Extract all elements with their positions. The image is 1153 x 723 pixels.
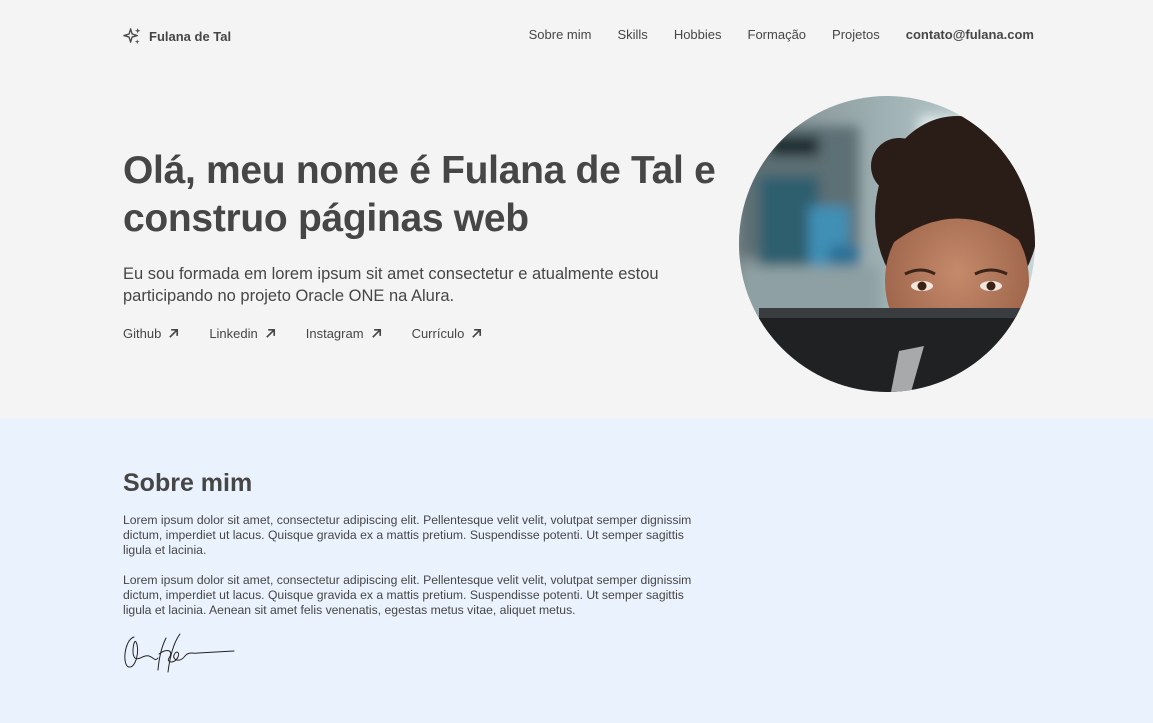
top-header: Fulana de Tal Sobre mim Skills Hobbies F… xyxy=(0,0,1153,72)
curriculo-link[interactable]: Currículo xyxy=(412,326,484,341)
sparkles-icon xyxy=(123,27,142,46)
brand-logo[interactable]: Fulana de Tal xyxy=(123,25,231,47)
nav-link-formacao[interactable]: Formação xyxy=(748,27,807,42)
linkedin-link[interactable]: Linkedin xyxy=(209,326,276,341)
arrow-up-right-icon xyxy=(470,327,483,340)
main-nav: Sobre mim Skills Hobbies Formação Projet… xyxy=(529,27,1034,42)
arrow-up-right-icon xyxy=(370,327,383,340)
nav-link-hobbies[interactable]: Hobbies xyxy=(674,27,722,42)
about-paragraph: Lorem ipsum dolor sit amet, consectetur … xyxy=(123,513,692,557)
social-links: Github Linkedin Instagram Currículo xyxy=(123,326,483,341)
contact-email-link[interactable]: contato@fulana.com xyxy=(906,27,1034,42)
nav-link-projetos[interactable]: Projetos xyxy=(832,27,880,42)
nav-link-skills[interactable]: Skills xyxy=(617,27,647,42)
arrow-up-right-icon xyxy=(264,327,277,340)
about-title: Sobre mim xyxy=(123,469,253,497)
github-link-label: Github xyxy=(123,326,162,341)
hero-title: Olá, meu nome é Fulana de Tal e construo… xyxy=(123,149,716,240)
instagram-link-label: Instagram xyxy=(305,326,364,341)
about-section: Sobre mim Lorem ipsum dolor sit amet, co… xyxy=(0,418,1153,723)
portfolio-page: Fulana de Tal Sobre mim Skills Hobbies F… xyxy=(0,0,1153,723)
hero-section: Olá, meu nome é Fulana de Tal e construo… xyxy=(0,72,1153,418)
instagram-link[interactable]: Instagram xyxy=(306,326,383,341)
brand-name: Fulana de Tal xyxy=(149,28,232,44)
curriculo-link-label: Currículo xyxy=(411,326,465,341)
about-paragraph: Lorem ipsum dolor sit amet, consectetur … xyxy=(123,573,692,617)
hero-description: Eu sou formada em lorem ipsum sit amet c… xyxy=(123,265,659,305)
signature-image xyxy=(122,632,236,674)
github-link[interactable]: Github xyxy=(123,326,180,341)
linkedin-link-label: Linkedin xyxy=(209,326,258,341)
profile-photo xyxy=(739,96,1035,392)
arrow-up-right-icon xyxy=(167,327,180,340)
nav-link-sobre-mim[interactable]: Sobre mim xyxy=(529,27,592,42)
